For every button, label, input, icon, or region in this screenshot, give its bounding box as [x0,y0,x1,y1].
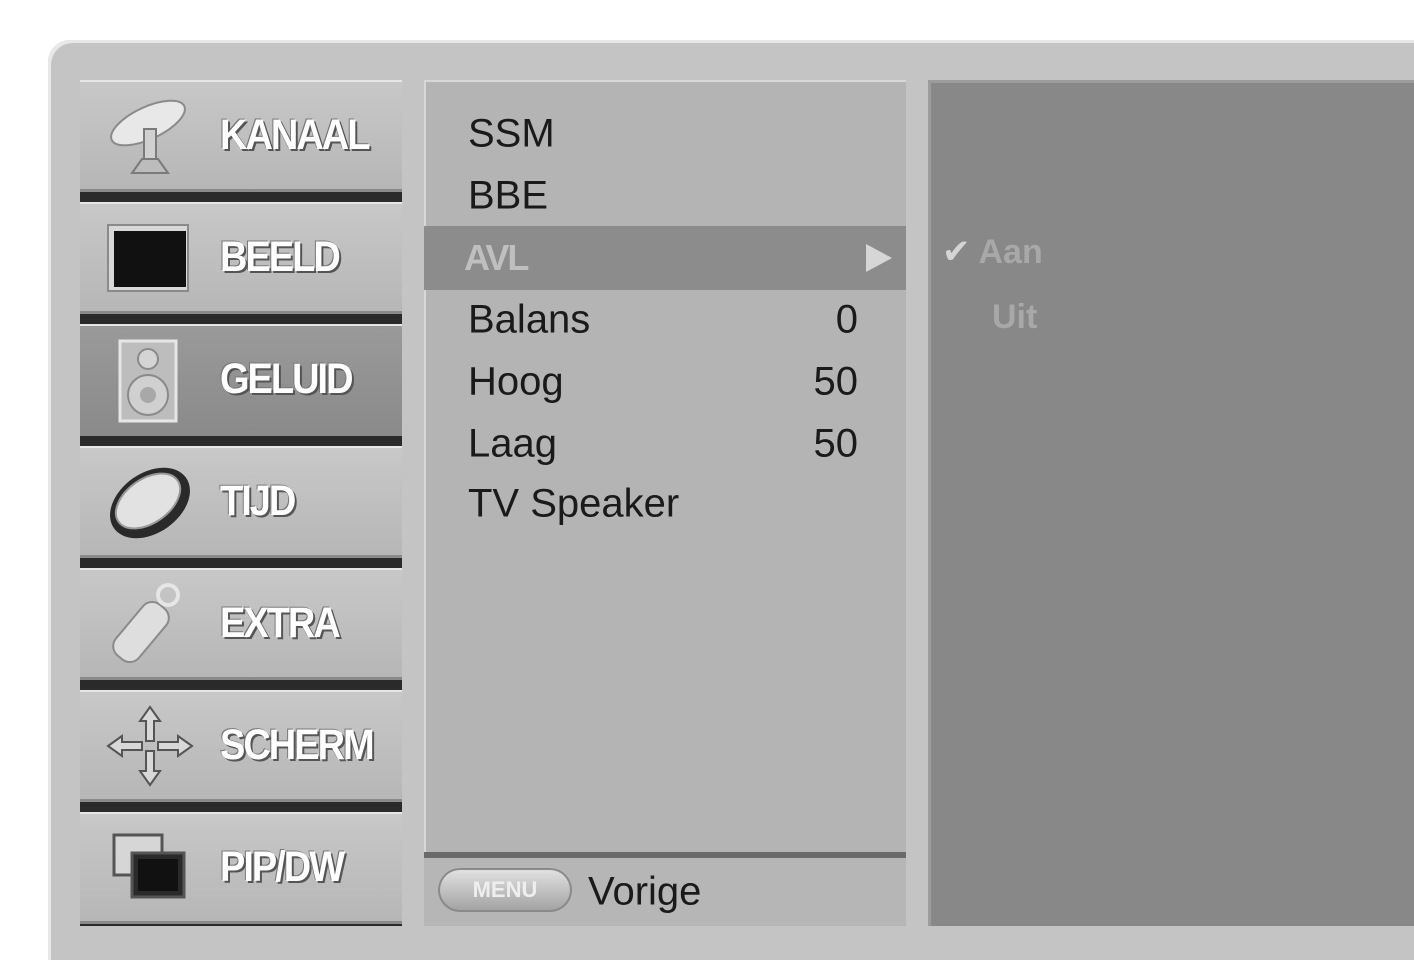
menu-item-label: TV Speaker [468,481,680,526]
back-label: Vorige [588,869,702,914]
sidebar-item-kanaal[interactable]: KANAAL [80,80,402,192]
sidebar-item-beeld[interactable]: BEELD [80,202,402,314]
option-uit[interactable]: Uit [992,298,1037,337]
menu-item-tv-speaker[interactable]: TV Speaker [424,472,906,536]
sidebar-item-label: GELUID [220,355,354,403]
menu-item-value: 0 [835,297,858,342]
sound-submenu: SSM BBE AVL Balans 0 Hoog 50 Laag 50 TV … [424,80,906,926]
menu-item-label: SSM [468,111,555,156]
sidebar-item-scherm[interactable]: SCHERM [80,690,402,802]
satellite-dish-icon [110,99,186,174]
sidebar-item-label: EXTRA [220,599,341,647]
clock-icon [110,467,190,539]
sidebar-item-label: TIJD [220,477,296,525]
sidebar-item-label: BEELD [220,233,341,281]
option-label: Aan [978,233,1043,271]
menu-item-label: BBE [468,173,549,218]
menu-item-avl[interactable]: AVL [424,226,906,290]
sidebar-item-extra[interactable]: EXTRA [80,568,402,680]
sidebar-item-label: KANAAL [220,111,370,159]
menu-item-label: Laag [468,421,557,466]
menu-button[interactable]: MENU [438,868,572,912]
picture-screen-icon [107,224,189,292]
menu-item-hoog[interactable]: Hoog 50 [424,350,906,414]
move-arrows-icon [106,705,194,787]
menu-item-balans[interactable]: Balans 0 [424,288,906,352]
avl-options-panel: ✔ Aan Uit [928,80,1414,926]
check-icon: ✔ [942,233,971,271]
sidebar-item-label: PIP/DW [220,843,345,891]
sidebar-item-tijd[interactable]: TIJD [80,446,402,558]
menu-item-label: AVL [464,237,529,278]
sidebar-item-geluid[interactable]: GELUID [80,324,402,436]
remote-tag-icon [112,583,180,664]
submenu-footer: MENU Vorige [424,852,906,926]
menu-item-label: Hoog [468,359,564,404]
menu-item-value: 50 [813,359,859,404]
sidebar-item-label: SCHERM [220,721,375,769]
menu-item-value: 50 [813,421,859,466]
category-sidebar: KANAAL BEELD GELUID TIJD EXTRA SCHERM PI… [80,80,402,926]
option-label: Uit [992,298,1038,336]
sidebar-item-pip-dw[interactable]: PIP/DW [80,812,402,924]
submenu-arrow-icon [866,244,892,272]
option-aan[interactable]: ✔ Aan [942,232,1043,272]
pip-windows-icon [112,833,186,899]
menu-item-ssm[interactable]: SSM [424,102,906,166]
menu-item-laag[interactable]: Laag 50 [424,412,906,476]
menu-item-label: Balans [468,297,591,342]
menu-item-bbe[interactable]: BBE [424,164,906,228]
speaker-icon [118,339,178,423]
